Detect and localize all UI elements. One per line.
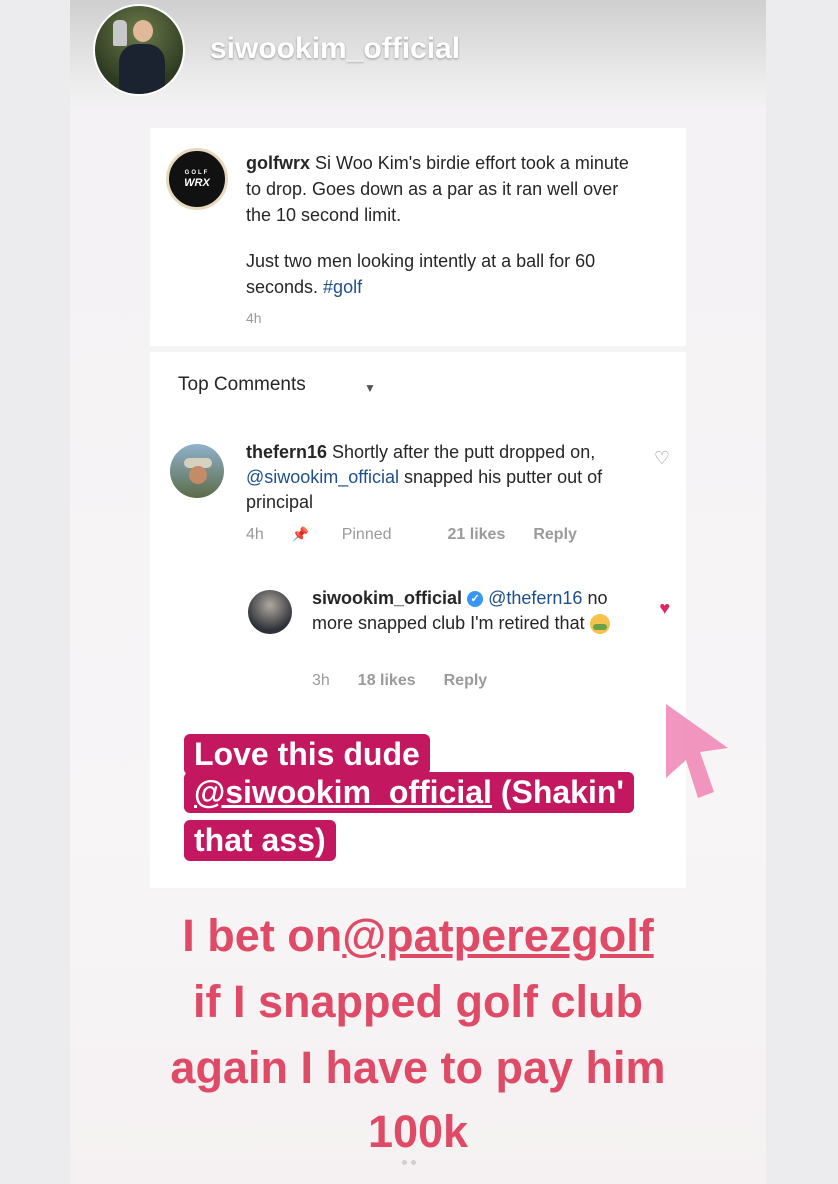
reply-reply-button[interactable]: Reply (444, 672, 488, 689)
story-header: siwookim_official (70, 0, 766, 110)
story-username[interactable]: siwookim_official (210, 32, 460, 66)
comment-meta: 4h 📌 Pinned 21 likes Reply (246, 526, 605, 544)
cursor-arrow-icon (666, 704, 728, 798)
post-caption: GOLF WRX golfwrx Si Woo Kim's birdie eff… (150, 128, 686, 352)
brand-small-text: GOLF (184, 169, 210, 176)
heart-filled-icon[interactable]: ♥ (659, 598, 670, 619)
sticker-mention-link[interactable]: @siwookim_official (194, 774, 492, 810)
sticker-line-3: that ass) (184, 820, 336, 861)
hashtag-link[interactable]: #golf (323, 277, 362, 297)
reply-text: siwookim_official ✓ @thefern16 no more s… (312, 586, 632, 636)
likes-count[interactable]: 21 likes (448, 526, 506, 543)
caret-down-icon[interactable]: ▼ (364, 381, 376, 395)
reply-mention-link[interactable]: @thefern16 (488, 588, 582, 608)
comment-thefern16: thefern16 Shortly after the putt dropped… (170, 440, 670, 550)
post-text-2: Just two men looking intently at a ball … (246, 251, 596, 297)
story-avatar[interactable] (93, 4, 185, 96)
caption-line-1-pre: I bet on (182, 910, 343, 961)
golfwrx-avatar[interactable]: GOLF WRX (166, 148, 228, 210)
comment-username[interactable]: thefern16 (246, 442, 327, 462)
pinned-text: Pinned (341, 526, 392, 543)
pin-icon: 📌 (291, 526, 310, 542)
story-progress-dots (400, 1152, 430, 1166)
trophy-icon (113, 20, 127, 46)
post-text: golfwrx Si Woo Kim's birdie effort took … (246, 150, 646, 300)
caption-line-3: again I have to pay him (170, 1042, 666, 1093)
sticker-line-1: Love this dude (184, 734, 430, 775)
reply-meta: 3h 18 likes Reply (312, 672, 515, 690)
mention-link[interactable]: @siwookim_official (246, 467, 399, 487)
caption-line-2: if I snapped golf club (193, 976, 643, 1027)
comment-reply-siwookim: siwookim_official ✓ @thefern16 no more s… (248, 586, 670, 696)
avatar-head (133, 20, 153, 42)
story-frame: siwookim_official GOLF WRX golfwrx Si Wo… (70, 0, 766, 1184)
reply-likes-count[interactable]: 18 likes (358, 672, 416, 689)
caption-mention-link[interactable]: @patperezgolf (342, 910, 653, 961)
thefern16-avatar[interactable] (170, 444, 224, 498)
brand-big-text: WRX (184, 176, 210, 189)
man-gesturing-no-emoji-icon (589, 614, 610, 635)
heart-outline-icon[interactable]: ♡ (654, 448, 670, 469)
siwookim-avatar[interactable] (248, 590, 292, 634)
comment-time: 4h (246, 526, 264, 543)
pinned-label: 📌 Pinned (292, 526, 420, 543)
post-time: 4h (246, 310, 262, 326)
sticker-line-2: @siwookim_official (Shakin' (184, 772, 635, 813)
reply-username[interactable]: siwookim_official (312, 588, 462, 608)
post-username[interactable]: golfwrx (246, 153, 310, 173)
face-shape (189, 466, 207, 484)
comment-text-pre: Shortly after the putt dropped on, (327, 442, 596, 462)
reply-button[interactable]: Reply (533, 526, 577, 543)
verified-badge-icon: ✓ (467, 591, 484, 608)
comment-text: thefern16 Shortly after the putt dropped… (246, 440, 626, 515)
sticker-line-2-rest: (Shakin' (491, 774, 625, 810)
reply-time: 3h (312, 672, 330, 689)
avatar-body (119, 44, 165, 94)
top-comments-dropdown[interactable]: Top Comments (178, 374, 306, 396)
caption-line-1: I bet on@patperezgolf (70, 904, 766, 968)
